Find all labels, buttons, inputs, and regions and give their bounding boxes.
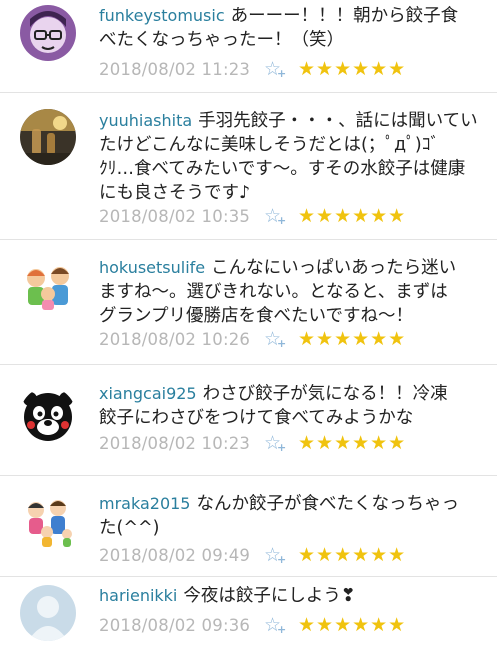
timestamp: 2018/08/02 10:35 <box>99 206 251 226</box>
star-plus-icon[interactable]: ☆ + <box>264 432 290 454</box>
list-item: hokusetsulife こんなにいっぱいあったら迷い ますね～。選びきれない。と… <box>0 240 497 365</box>
list-item: mraka2015 なんか餃子が食べたくなっちゃっ た(^^) 2018/08/02… <box>0 476 497 577</box>
username-link[interactable]: harienikki <box>99 586 177 605</box>
rating-stars: ★★★★★★ <box>298 432 407 454</box>
rating-stars: ★★★★★★ <box>298 614 407 636</box>
family-avatar[interactable] <box>20 258 76 314</box>
comment-text: harienikki 今夜は餃子にしよう❣ <box>99 586 356 606</box>
username-link[interactable]: xiangcai925 <box>99 384 197 403</box>
username-link[interactable]: funkeystomusic <box>99 6 225 25</box>
comment-list: funkeystomusic あーーー！！！朝から餃子食 べたくなっちゃったー！（笑… <box>0 0 497 647</box>
username-link[interactable]: yuuhiashita <box>99 111 192 130</box>
username-link[interactable]: mraka2015 <box>99 494 190 513</box>
glasses-person-avatar[interactable] <box>20 5 76 61</box>
sunset-glass-avatar[interactable] <box>20 109 76 165</box>
list-item: harienikki 今夜は餃子にしよう❣ 2018/08/02 09:36 ☆ +… <box>0 577 497 647</box>
comment-text: xiangcai925 わさび餃子が気になる！！冷凍 餃子にわさびをつけて食べてみよ… <box>99 384 448 428</box>
username-link[interactable]: hokusetsulife <box>99 258 205 277</box>
star-plus-icon[interactable]: ☆ + <box>264 328 290 350</box>
list-item: yuuhiashita 手羽先餃子・・・、話には聞いてい たけどこんなに美味しそうだ… <box>0 93 497 240</box>
rating-stars: ★★★★★★ <box>298 58 407 80</box>
rating-stars: ★★★★★★ <box>298 328 407 350</box>
star-plus-icon[interactable]: ☆ + <box>264 544 290 566</box>
list-item: funkeystomusic あーーー！！！朝から餃子食 べたくなっちゃったー！（笑… <box>0 0 497 93</box>
star-plus-icon[interactable]: ☆ + <box>264 614 290 636</box>
timestamp: 2018/08/02 10:23 <box>99 433 251 453</box>
rating-stars: ★★★★★★ <box>298 205 407 227</box>
star-plus-icon[interactable]: ☆ + <box>264 58 290 80</box>
black-bear-avatar[interactable] <box>20 387 76 443</box>
timestamp: 2018/08/02 11:23 <box>99 59 251 79</box>
list-item: xiangcai925 わさび餃子が気になる！！冷凍 餃子にわさびをつけて食べてみよ… <box>0 365 497 476</box>
timestamp: 2018/08/02 09:49 <box>99 545 251 565</box>
comment-text: hokusetsulife こんなにいっぱいあったら迷い ますね～。選びきれない。と… <box>99 258 457 326</box>
star-plus-icon[interactable]: ☆ + <box>264 205 290 227</box>
comment-text: funkeystomusic あーーー！！！朝から餃子食 べたくなっちゃったー！（笑… <box>99 6 459 50</box>
rating-stars: ★★★★★★ <box>298 544 407 566</box>
timestamp: 2018/08/02 09:36 <box>99 615 251 635</box>
comment-text: yuuhiashita 手羽先餃子・・・、話には聞いてい たけどこんなに美味しそうだ… <box>99 111 478 203</box>
comment-text: mraka2015 なんか餃子が食べたくなっちゃっ た(^^) <box>99 494 459 538</box>
timestamp: 2018/08/02 10:26 <box>99 329 251 349</box>
default-person-avatar[interactable] <box>20 585 76 641</box>
family-group-avatar[interactable] <box>20 494 76 550</box>
